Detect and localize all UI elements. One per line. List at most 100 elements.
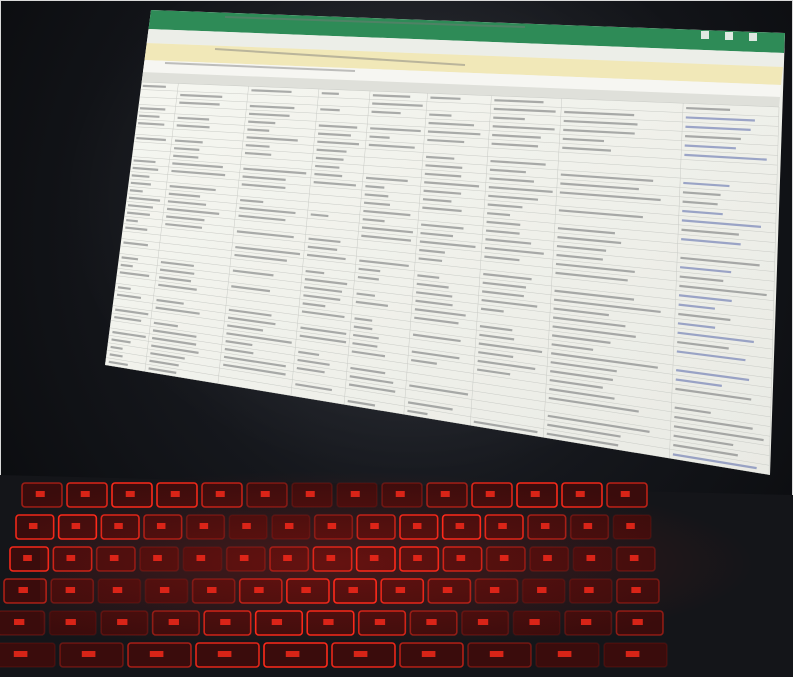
key-legend-glow bbox=[196, 555, 206, 561]
key-legend-glow bbox=[456, 555, 466, 561]
key-legend-glow bbox=[13, 651, 28, 657]
key-legend-glow bbox=[153, 555, 162, 561]
laptop-screen bbox=[105, 5, 793, 475]
cell-text bbox=[372, 94, 411, 98]
key-legend-glow bbox=[620, 491, 630, 497]
cell-text bbox=[430, 96, 461, 100]
key-legend-glow bbox=[353, 651, 368, 657]
key-legend-glow bbox=[284, 523, 294, 529]
maximize-icon[interactable] bbox=[725, 32, 733, 40]
key-legend-glow bbox=[239, 555, 249, 561]
key-legend-glow bbox=[18, 587, 28, 593]
key-legend-glow bbox=[215, 491, 225, 497]
key-legend-glow bbox=[395, 491, 405, 497]
cell-text bbox=[321, 92, 339, 95]
key-legend-glow bbox=[455, 523, 465, 529]
cell-text bbox=[138, 122, 165, 126]
key-legend-glow bbox=[631, 587, 641, 593]
key-legend-glow bbox=[580, 619, 592, 625]
key-legend-glow bbox=[283, 555, 292, 561]
keyboard bbox=[0, 475, 793, 677]
key-legend-glow bbox=[305, 491, 315, 497]
cell-text bbox=[248, 120, 276, 125]
key-legend-glow bbox=[477, 619, 489, 625]
key-legend-glow bbox=[81, 651, 96, 657]
key-legend-glow bbox=[156, 523, 166, 529]
key-legend-glow bbox=[374, 619, 386, 625]
key-legend-glow bbox=[65, 587, 76, 593]
key-legend-glow bbox=[80, 491, 90, 497]
key-legend-glow bbox=[632, 619, 643, 625]
key-legend-glow bbox=[583, 523, 593, 529]
key-legend-glow bbox=[413, 555, 422, 561]
key-legend-glow bbox=[254, 587, 264, 593]
keyboard-key bbox=[0, 642, 56, 668]
key-legend-glow bbox=[125, 491, 135, 497]
key-legend-glow bbox=[260, 491, 270, 497]
key-legend-glow bbox=[220, 619, 231, 625]
key-legend-glow bbox=[66, 555, 76, 561]
key-legend-glow bbox=[117, 619, 128, 625]
key-legend-glow bbox=[207, 587, 217, 593]
keyboard-deck bbox=[0, 455, 793, 677]
key-legend-glow bbox=[28, 523, 38, 529]
key-legend-glow bbox=[327, 523, 337, 529]
close-icon[interactable] bbox=[749, 33, 757, 41]
key-legend-glow bbox=[23, 555, 32, 561]
key-legend-glow bbox=[540, 523, 550, 529]
cell-text bbox=[129, 189, 143, 193]
minimize-icon[interactable] bbox=[701, 31, 709, 39]
key-legend-glow bbox=[575, 491, 585, 497]
cell-text bbox=[369, 135, 390, 139]
key-legend-glow bbox=[217, 651, 232, 657]
key-legend-glow bbox=[369, 555, 379, 561]
cell-text bbox=[365, 185, 385, 189]
cell-text bbox=[139, 114, 160, 118]
key-legend-glow bbox=[421, 651, 436, 657]
key-legend-glow bbox=[348, 587, 358, 593]
cell-text bbox=[320, 108, 340, 112]
key-legend-glow bbox=[626, 523, 635, 529]
key-legend-glow bbox=[499, 555, 509, 561]
key-legend-glow bbox=[489, 651, 504, 657]
key-legend-glow bbox=[149, 651, 164, 657]
key-legend-glow bbox=[112, 587, 123, 593]
key-legend-glow bbox=[199, 523, 209, 529]
key-legend-glow bbox=[529, 619, 540, 625]
key-legend-glow bbox=[625, 651, 640, 657]
key-legend-glow bbox=[543, 555, 552, 561]
key-legend-glow bbox=[370, 523, 379, 529]
key-legend-glow bbox=[159, 587, 170, 593]
key-legend-glow bbox=[557, 651, 572, 657]
key-legend-glow bbox=[442, 587, 453, 593]
key-legend-glow bbox=[629, 555, 639, 561]
key-legend-glow bbox=[489, 587, 500, 593]
key-legend-glow bbox=[584, 587, 594, 593]
key-legend-glow bbox=[14, 619, 25, 625]
key-legend-glow bbox=[586, 555, 596, 561]
cell-text bbox=[131, 174, 150, 178]
cell-text bbox=[120, 263, 133, 268]
key-legend-glow bbox=[412, 523, 422, 529]
key-legend-glow bbox=[114, 523, 123, 529]
key-legend-glow bbox=[285, 651, 300, 657]
key-legend-glow bbox=[350, 491, 360, 497]
key-legend-glow bbox=[537, 587, 547, 593]
cell-text bbox=[247, 128, 270, 132]
key-legend-glow bbox=[395, 587, 406, 593]
key-legend-glow bbox=[71, 523, 81, 529]
key-legend-glow bbox=[426, 619, 437, 625]
key-legend-glow bbox=[498, 523, 507, 529]
key-legend-glow bbox=[242, 523, 251, 529]
key-legend-glow bbox=[65, 619, 76, 625]
key-legend-glow bbox=[326, 555, 336, 561]
key-legend-glow bbox=[109, 555, 119, 561]
key-legend-glow bbox=[530, 491, 540, 497]
key-legend-glow bbox=[271, 619, 283, 625]
cell-text bbox=[493, 116, 525, 121]
cell-text bbox=[139, 107, 166, 111]
cell-text bbox=[371, 110, 401, 115]
key-legend-glow bbox=[35, 491, 45, 497]
key-legend-glow bbox=[485, 491, 495, 497]
cell-text bbox=[429, 113, 452, 117]
